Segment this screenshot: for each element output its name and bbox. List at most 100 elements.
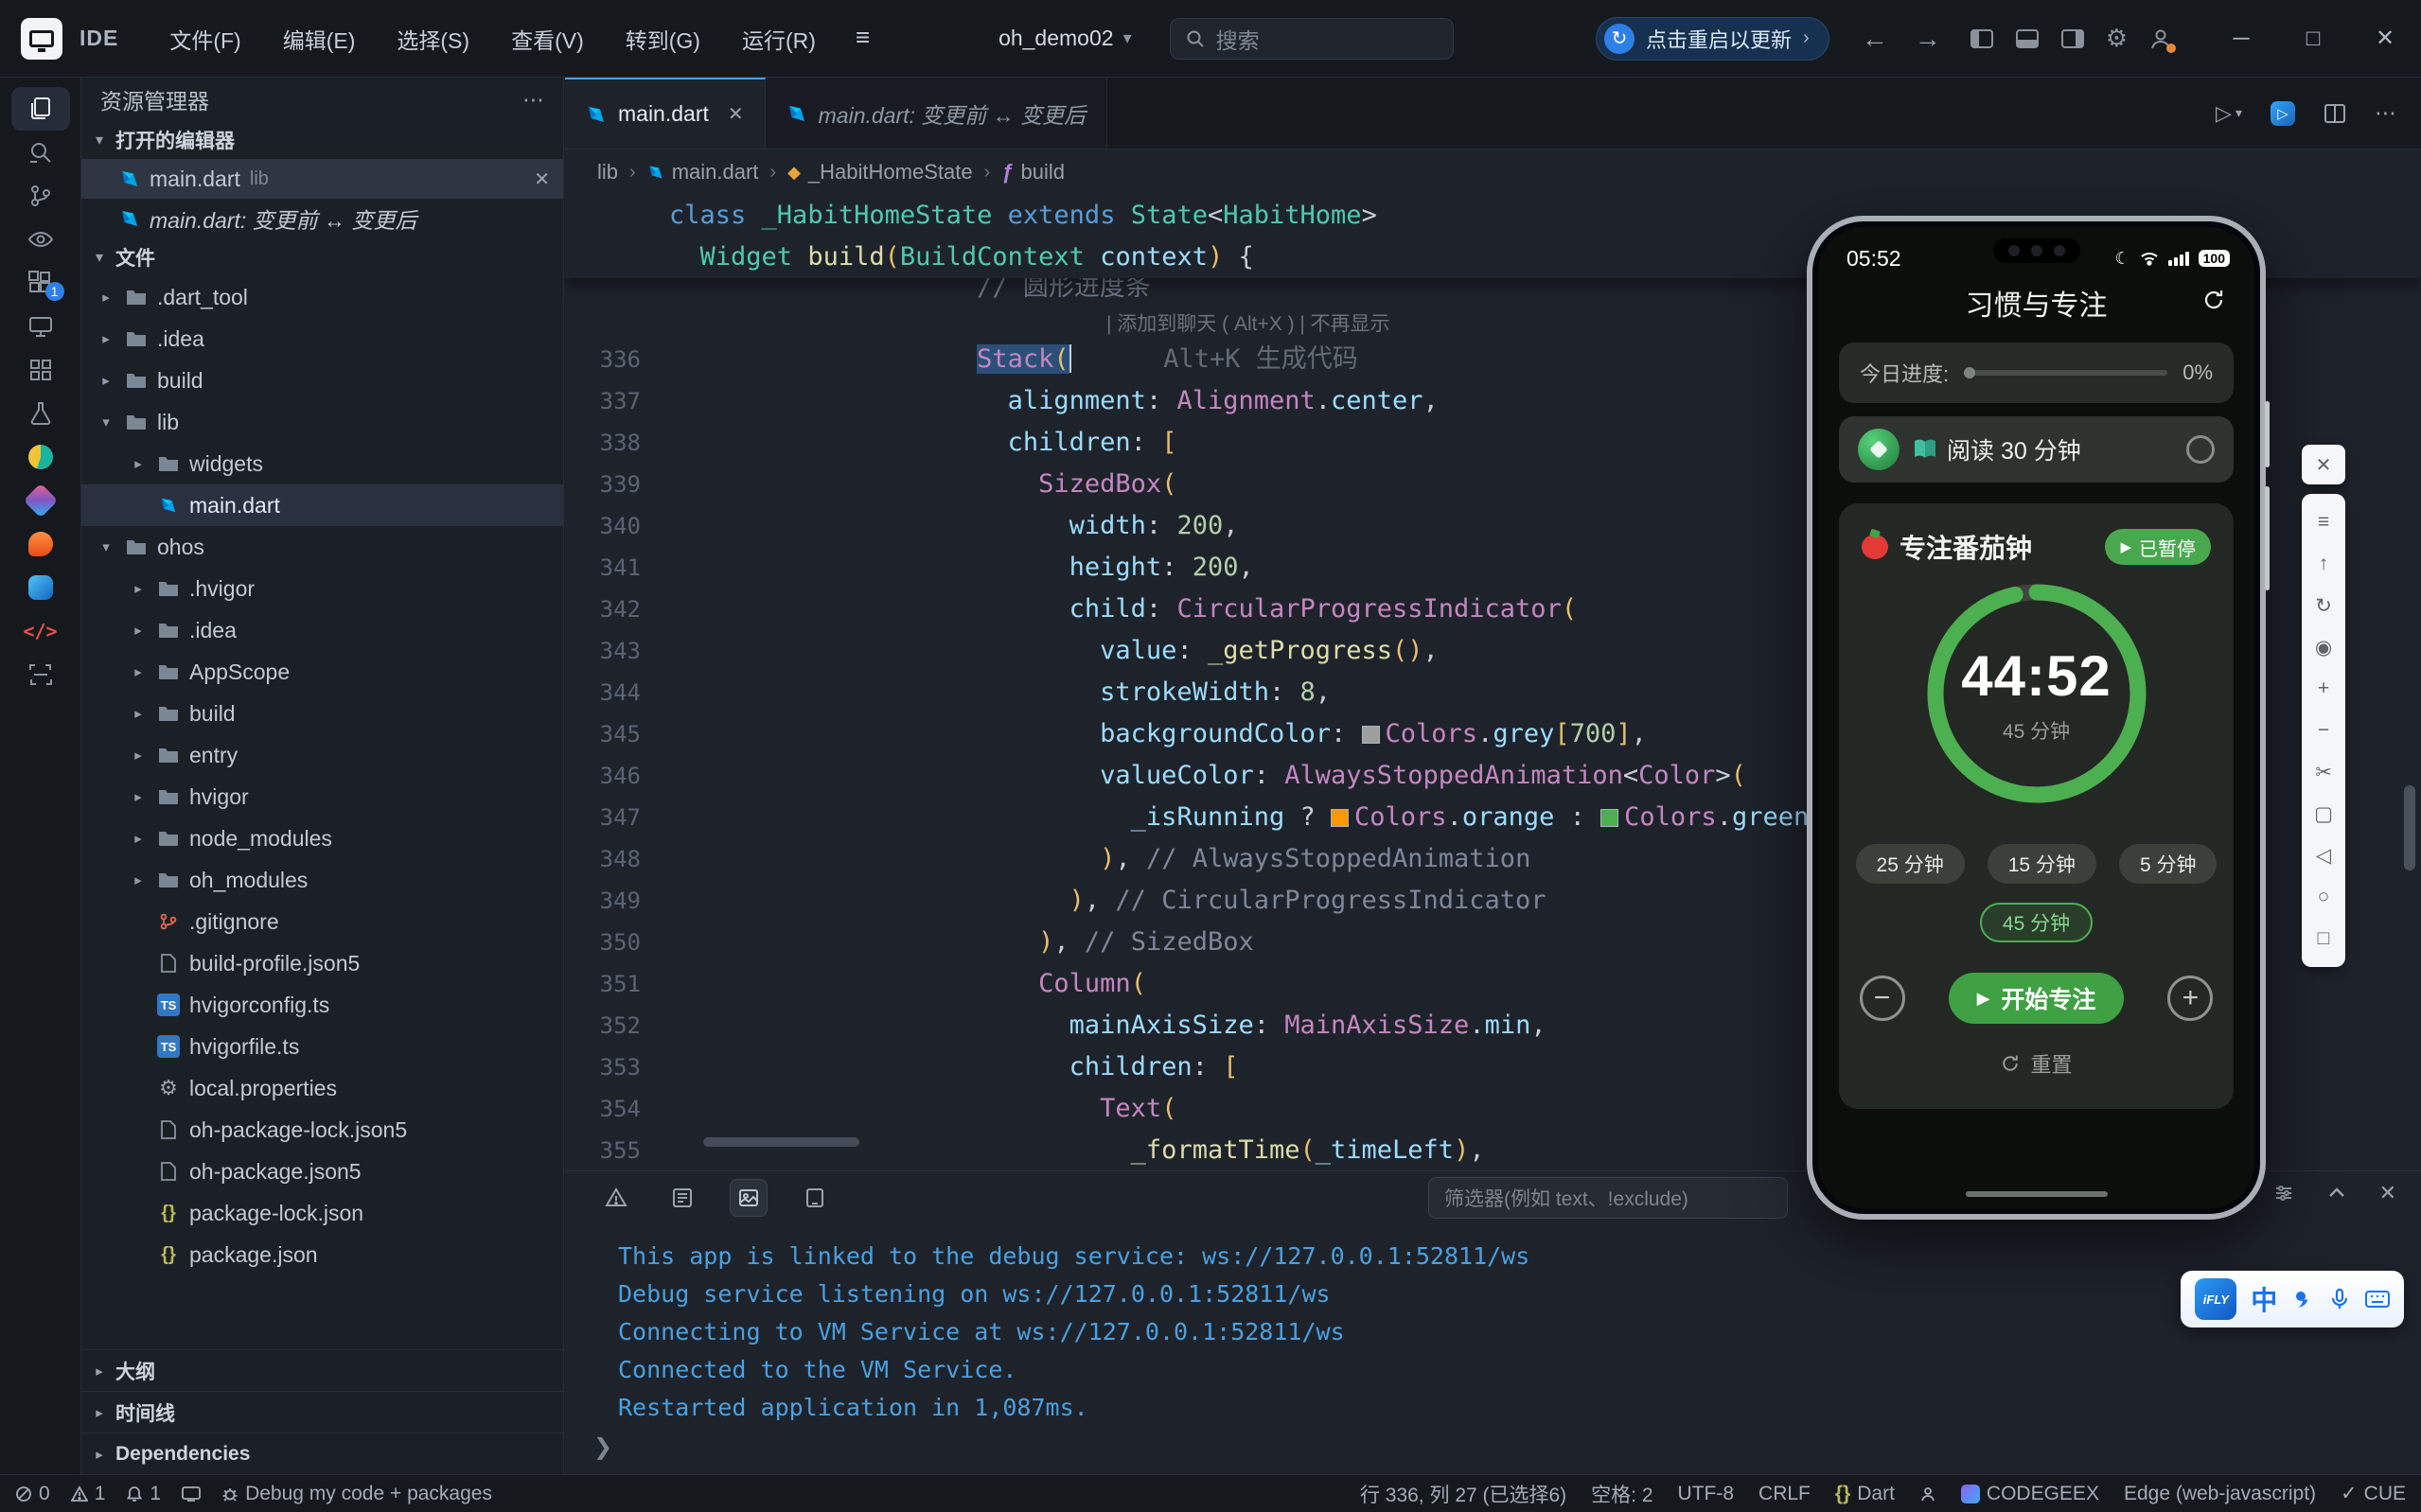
start-focus-button[interactable]: ▶ 开始专注 [1949, 973, 2125, 1024]
menu-run[interactable]: 运行(R) [725, 13, 833, 64]
tree-item-main.dart[interactable]: main.dart [81, 484, 563, 526]
line-number[interactable]: 344 [565, 672, 669, 713]
emulator-screenshot-icon[interactable]: ✂ [2302, 751, 2345, 793]
activity-grid-apps-icon[interactable] [11, 348, 70, 392]
progress-bar[interactable] [1964, 370, 2167, 376]
tree-item-entry[interactable]: ▸entry [81, 734, 563, 776]
tree-item-hvigor[interactable]: ▸hvigor [81, 776, 563, 818]
line-number[interactable] [565, 278, 669, 308]
activity-extensions-icon[interactable]: 1 [11, 261, 70, 305]
panel-settings-icon[interactable] [2273, 1183, 2294, 1204]
vertical-scrollbar[interactable] [2404, 785, 2415, 870]
open-editor-item[interactable]: main.dart lib ✕ [81, 159, 563, 199]
tree-item-oh-package.json5[interactable]: oh-package.json5 [81, 1151, 563, 1192]
emulator-window-icon[interactable]: ▢ [2302, 793, 2345, 835]
close-icon[interactable]: ✕ [728, 102, 744, 126]
paused-status-button[interactable]: ▶ 已暂停 [2105, 529, 2211, 565]
line-number[interactable]: 338 [565, 422, 669, 464]
activity-explorer-icon[interactable] [11, 87, 70, 131]
status-cursor-position[interactable]: 行 336, 列 27 (已选择6) [1360, 1480, 1566, 1508]
line-number[interactable]: 350 [565, 922, 669, 963]
settings-gear-icon[interactable]: ⚙ [2106, 24, 2128, 53]
line-number[interactable]: 347 [565, 797, 669, 838]
line-number[interactable]: 345 [565, 713, 669, 755]
duration-pill[interactable]: 25 分钟 [1856, 844, 1965, 884]
line-number[interactable]: 346 [565, 755, 669, 797]
files-section[interactable]: ▾ 文件 [81, 238, 563, 276]
global-search-box[interactable]: 搜索 [1170, 18, 1454, 60]
status-warnings[interactable]: 1 [71, 1483, 106, 1505]
tree-item-.idea[interactable]: ▸.idea [81, 318, 563, 360]
activity-remote-devices-icon[interactable] [11, 305, 70, 348]
tree-item-widgets[interactable]: ▸widgets [81, 443, 563, 484]
run-debug-dropdown-icon[interactable]: ▷▾ [2216, 101, 2242, 126]
console-output[interactable]: This app is linked to the debug service:… [565, 1224, 2421, 1427]
app-refresh-icon[interactable] [2201, 288, 2226, 312]
status-indentation[interactable]: 空格: 2 [1591, 1480, 1652, 1508]
panel-maximize-icon[interactable] [2326, 1183, 2347, 1204]
status-cue[interactable]: ✓ CUE [2341, 1482, 2406, 1505]
emulator-recents-icon[interactable]: □ [2302, 918, 2345, 959]
emulator-menu-icon[interactable]: ≡ [2302, 501, 2345, 543]
tree-item-AppScope[interactable]: ▸AppScope [81, 651, 563, 693]
tree-item-.gitignore[interactable]: .gitignore [81, 901, 563, 942]
line-number[interactable]: 355 [565, 1130, 669, 1170]
emulator-close-button[interactable]: ✕ [2302, 445, 2345, 484]
tree-item-hvigorconfig.ts[interactable]: TShvigorconfig.ts [81, 984, 563, 1026]
menu-view[interactable]: 查看(V) [494, 13, 601, 64]
activity-source-control-icon[interactable] [11, 174, 70, 218]
menu-more-icon[interactable]: ≡ [840, 13, 885, 64]
app-logo-icon[interactable] [21, 18, 62, 60]
line-number[interactable]: 342 [565, 589, 669, 630]
menu-file[interactable]: 文件(F) [152, 13, 257, 64]
tree-item-build[interactable]: ▸build [81, 360, 563, 401]
duration-pill[interactable]: 15 分钟 [1988, 844, 2096, 884]
line-number[interactable]: 343 [565, 630, 669, 672]
open-editor-item[interactable]: main.dart: 变更前 ↔ 变更后 [81, 199, 563, 238]
sidebar-section-时间线[interactable]: ▸时间线 [81, 1391, 563, 1433]
horizontal-scrollbar[interactable] [703, 1137, 859, 1147]
emulator-home-icon[interactable]: ○ [2302, 876, 2345, 918]
line-number[interactable]: 354 [565, 1088, 669, 1130]
line-number[interactable]: 340 [565, 505, 669, 547]
nav-back-icon[interactable]: ← [1862, 24, 1888, 54]
tab-main-dart[interactable]: main.dart ✕ [565, 78, 766, 149]
emulator-zoom-in-icon[interactable]: + [2302, 668, 2345, 710]
restart-update-button[interactable]: ↻ 点击重启以更新 › [1596, 17, 1829, 61]
line-number[interactable]: 349 [565, 880, 669, 922]
status-debug-config[interactable]: Debug my code + packages [221, 1483, 492, 1505]
window-close-button[interactable]: ✕ [2349, 0, 2421, 78]
panel-alert-icon[interactable] [597, 1179, 635, 1217]
tree-item-ohos[interactable]: ▾ohos [81, 526, 563, 568]
window-minimize-button[interactable]: ─ [2205, 0, 2277, 78]
status-account-icon[interactable] [1919, 1486, 1936, 1503]
status-encoding[interactable]: UTF-8 [1678, 1483, 1735, 1505]
status-edge-target[interactable]: Edge (web-javascript) [2124, 1483, 2316, 1505]
activity-test-flask-icon[interactable] [11, 392, 70, 435]
status-language-mode[interactable]: {} Dart [1835, 1483, 1895, 1505]
line-number[interactable]: 336 [565, 339, 669, 380]
status-screencast-icon[interactable] [182, 1486, 201, 1502]
menu-goto[interactable]: 转到(G) [609, 13, 717, 64]
tree-item-.dart_tool[interactable]: ▸.dart_tool [81, 276, 563, 318]
emulator-record-icon[interactable]: ◉ [2302, 626, 2345, 668]
line-number[interactable]: 339 [565, 464, 669, 505]
toggle-panel-icon[interactable] [2015, 26, 2040, 51]
explorer-more-icon[interactable]: ⋯ [522, 87, 544, 113]
ifly-logo-icon[interactable]: iFLY [2195, 1278, 2236, 1320]
tree-item-package-lock.json[interactable]: {}package-lock.json [81, 1192, 563, 1234]
panel-frame-icon[interactable] [796, 1179, 834, 1217]
previewer-icon[interactable]: ▷ [2271, 101, 2295, 126]
home-indicator[interactable] [1966, 1191, 2108, 1197]
line-number[interactable]: 341 [565, 547, 669, 589]
tree-item-package.json[interactable]: {}package.json [81, 1234, 563, 1275]
keyboard-icon[interactable] [2365, 1288, 2390, 1310]
habit-checkbox[interactable] [2186, 435, 2215, 464]
status-codegeex[interactable]: CODEGEEX [1961, 1483, 2099, 1505]
line-number[interactable]: 337 [565, 380, 669, 422]
panel-close-icon[interactable]: ✕ [2379, 1181, 2396, 1205]
sidebar-section-大纲[interactable]: ▸大纲 [81, 1349, 563, 1391]
status-errors[interactable]: 0 [15, 1483, 50, 1505]
phone-screen[interactable]: 05:52 ☾ 100 习惯与专注 今日进度: 0% [1818, 227, 2254, 1208]
sidebar-section-Dependencies[interactable]: ▸Dependencies [81, 1433, 563, 1474]
